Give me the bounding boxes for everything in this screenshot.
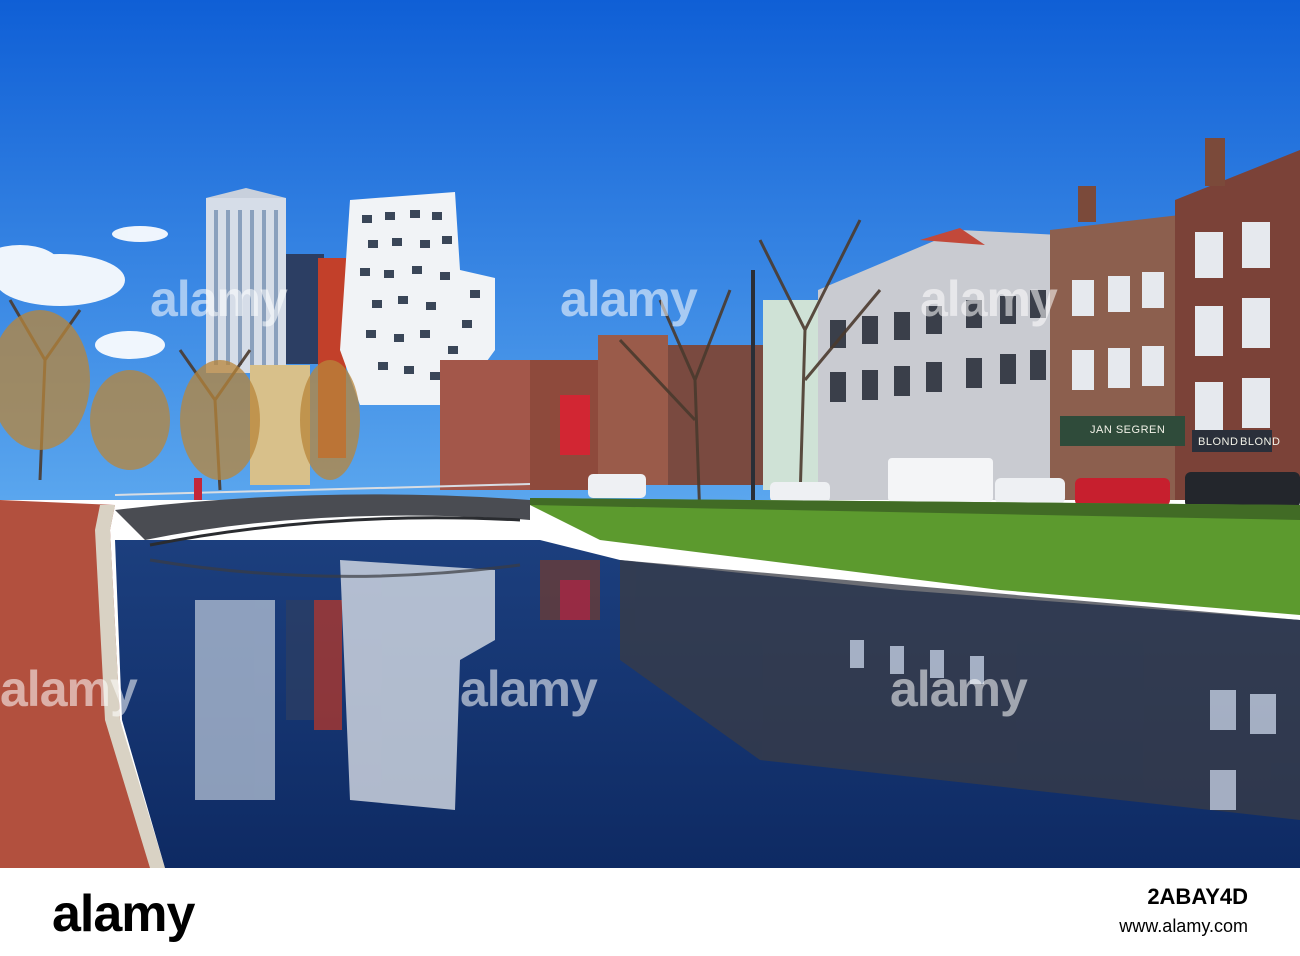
car-dark [1185,472,1300,508]
watermark-text: alamy [920,271,1058,327]
photo: JAN SEGREN BLOND BLOND alamy alamy alamy… [0,0,1300,868]
building-mid-4 [598,335,668,485]
building-green [763,300,818,490]
watermark-text: alamy [0,661,138,717]
watermark-text: alamy [460,661,598,717]
car-white-3 [770,482,830,502]
shop-sign: BLOND [1198,436,1239,448]
site-url: www.alamy.com [1119,916,1248,936]
watermark-text: alamy [890,661,1028,717]
car-red [1075,478,1170,506]
alamy-logo: alamy [52,885,195,943]
footer-bar: alamy 2ABAY4D www.alamy.com [0,868,1300,956]
watermark-text: alamy [150,271,288,327]
building-red-front [560,395,590,455]
car-white [995,478,1065,504]
image-id: 2ABAY4D [1147,884,1248,909]
shop-sign: JAN SEGREN [1090,424,1166,436]
watermark-text: alamy [560,271,698,327]
building-mid-2 [440,360,530,490]
car-white-2 [588,474,646,498]
van-white [888,458,993,502]
lamp-post [751,270,755,510]
building-mid-5 [668,345,763,485]
footer-meta: 2ABAY4D www.alamy.com [1119,884,1248,937]
shop-sign: BLOND [1240,436,1281,448]
person-red-jacket [194,478,202,500]
